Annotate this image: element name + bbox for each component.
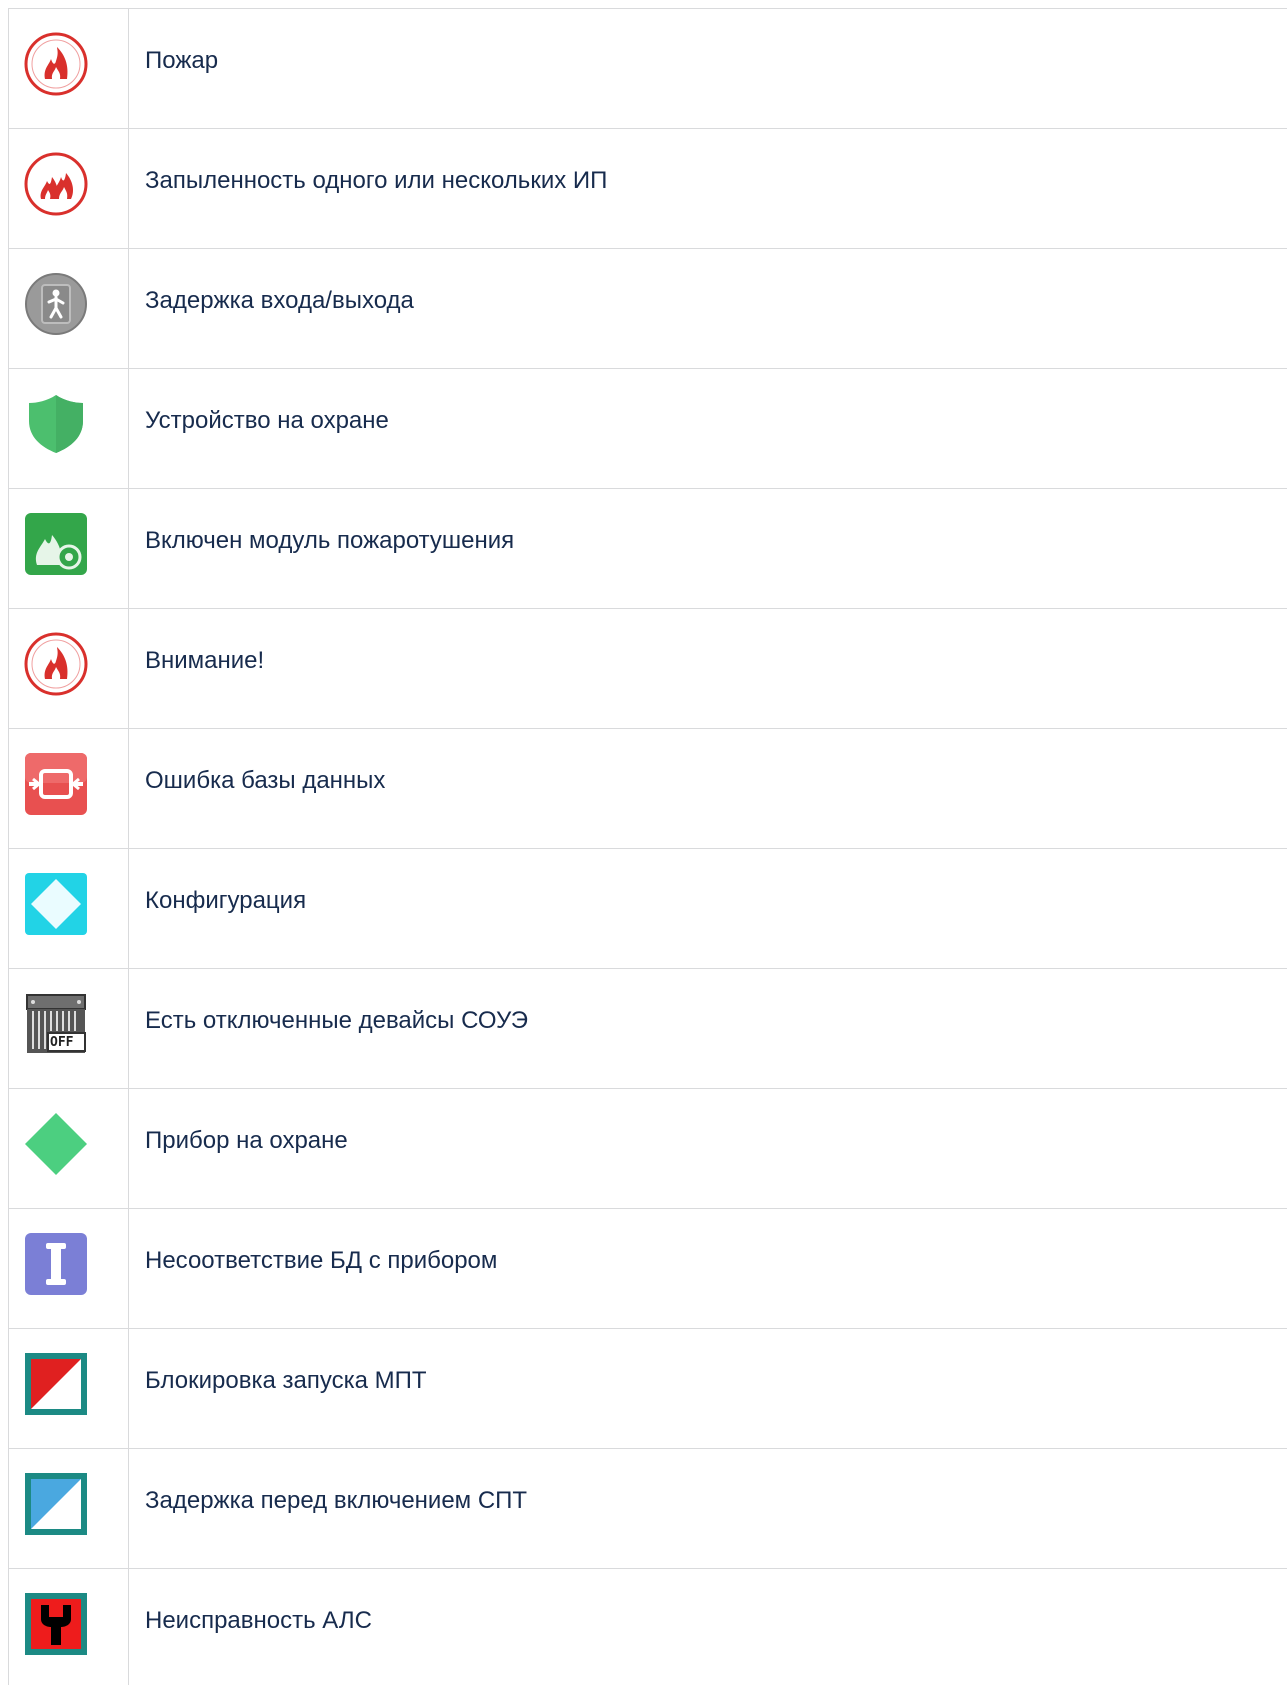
row-label: Ошибка базы данных <box>145 767 386 794</box>
row-label: Задержка перед включением СПТ <box>145 1487 528 1514</box>
icon-cell <box>8 9 129 128</box>
walking-person-icon <box>23 271 89 337</box>
table-row: Конфигурация <box>8 849 1287 969</box>
row-label: Прибор на охране <box>145 1127 348 1154</box>
icon-cell <box>8 849 129 968</box>
table-row: Внимание! <box>8 609 1287 729</box>
icon-cell <box>8 1209 129 1328</box>
table-row: Запыленность одного или нескольких ИП <box>8 129 1287 249</box>
row-label: Есть отключенные девайсы СОУЭ <box>145 1007 529 1034</box>
row-label: Устройство на охране <box>145 407 389 434</box>
icon-cell <box>8 1089 129 1208</box>
status-icons-table: Пожар Запыленность одного или нескольких… <box>8 8 1287 1685</box>
als-fault-icon <box>23 1591 89 1657</box>
table-row: Задержка перед включением СПТ <box>8 1449 1287 1569</box>
green-diamond-icon <box>23 1111 89 1177</box>
db-mismatch-icon <box>23 1231 89 1297</box>
mpt-block-icon <box>23 1351 89 1417</box>
row-label: Запыленность одного или нескольких ИП <box>145 167 608 194</box>
icon-cell <box>8 1329 129 1448</box>
database-error-icon <box>23 751 89 817</box>
icon-cell <box>8 489 129 608</box>
fire-alarm-icon <box>23 31 89 97</box>
row-label: Блокировка запуска МПТ <box>145 1367 427 1394</box>
table-row: Задержка входа/выхода <box>8 249 1287 369</box>
icon-cell <box>8 1569 129 1685</box>
table-row: Включен модуль пожаротушения <box>8 489 1287 609</box>
row-label: Задержка входа/выхода <box>145 287 414 314</box>
fire-extinguish-module-icon <box>23 511 89 577</box>
table-row: Блокировка запуска МПТ <box>8 1329 1287 1449</box>
device-off-icon: OFF <box>23 991 89 1057</box>
icon-cell: OFF <box>8 969 129 1088</box>
row-label: Пожар <box>145 47 219 74</box>
table-row: Пожар <box>8 9 1287 129</box>
off-label: OFF <box>50 1035 74 1050</box>
green-shield-icon <box>23 391 89 457</box>
icon-cell <box>8 609 129 728</box>
icon-cell <box>8 1449 129 1568</box>
fire-alarm-icon <box>23 631 89 697</box>
row-label: Неисправность АЛС <box>145 1607 372 1634</box>
icon-cell <box>8 129 129 248</box>
row-label: Несоответствие БД с прибором <box>145 1247 498 1274</box>
row-label: Внимание! <box>145 647 265 674</box>
icon-cell <box>8 369 129 488</box>
table-row: Ошибка базы данных <box>8 729 1287 849</box>
row-label: Включен модуль пожаротушения <box>145 527 515 554</box>
icon-cell <box>8 249 129 368</box>
table-row: OFF Есть отключенные девайсы СОУЭ <box>8 969 1287 1089</box>
dust-fire-icon <box>23 151 89 217</box>
table-row: Прибор на охране <box>8 1089 1287 1209</box>
row-label: Конфигурация <box>145 887 307 914</box>
table-row: Устройство на охране <box>8 369 1287 489</box>
table-row: Неисправность АЛС <box>8 1569 1287 1685</box>
spt-delay-icon <box>23 1471 89 1537</box>
table-row: Несоответствие БД с прибором <box>8 1209 1287 1329</box>
cyan-diamond-icon <box>23 871 89 937</box>
icon-cell <box>8 729 129 848</box>
